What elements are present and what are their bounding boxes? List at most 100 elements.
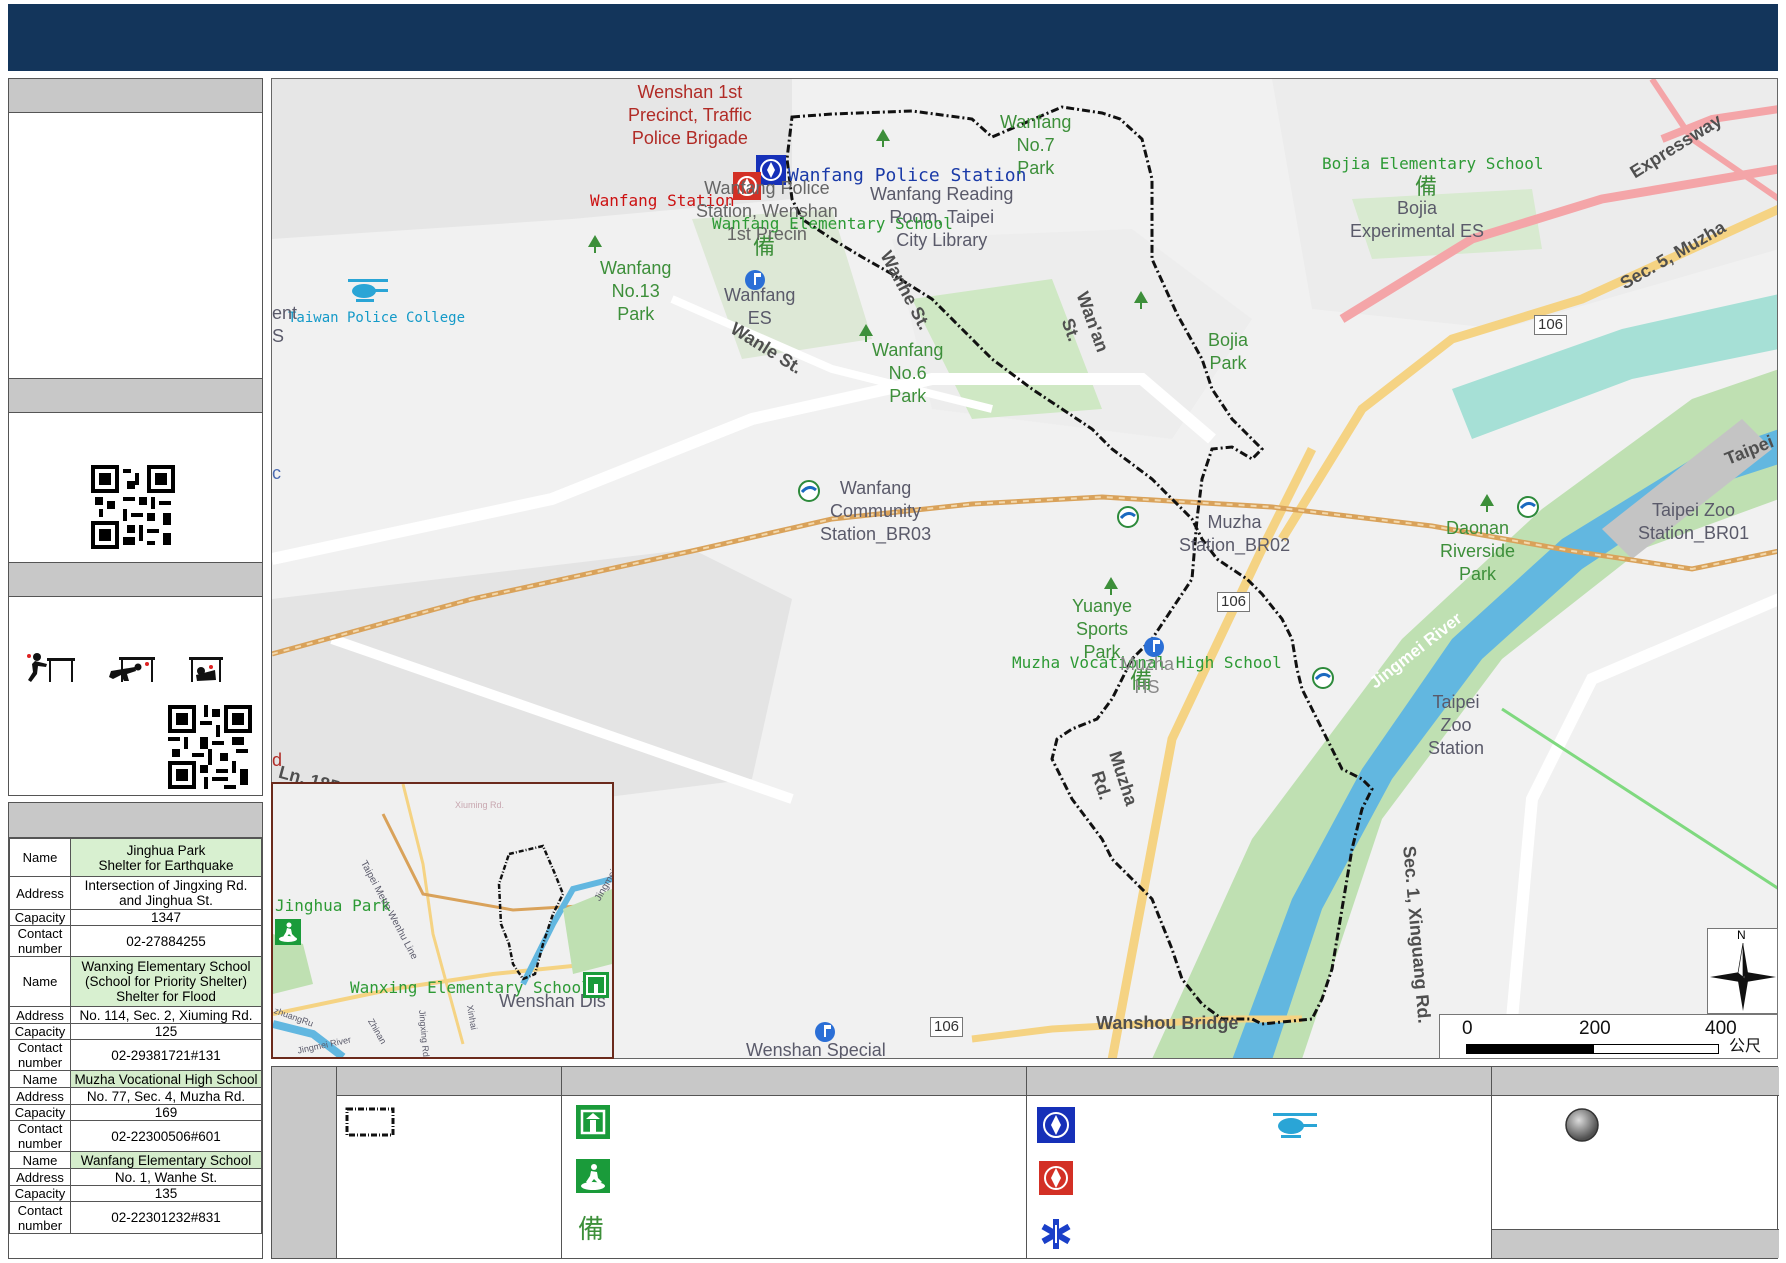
police-station-icon <box>1037 1107 1075 1143</box>
label-wenshan-precinct: Wenshan 1st Precinct, Traffic Police Bri… <box>628 82 752 148</box>
title-bar <box>8 4 1778 71</box>
legend-column-shelters: 備 <box>561 1067 1026 1258</box>
table-row: Capacity 1347 <box>9 909 262 926</box>
shelter-1-name-key: Name <box>9 838 71 877</box>
shelter-4-capacity-key: Capacity <box>9 1185 71 1202</box>
helicopter-icon <box>1271 1111 1319 1141</box>
shelter-4-name-key: Name <box>9 1151 71 1169</box>
route-shield-106: 106 <box>1534 315 1568 335</box>
shelter-4-capacity: 135 <box>70 1185 262 1202</box>
standby-shelter-icon: 備 <box>1415 174 1438 199</box>
shelter-4-address: No. 1, Wanhe St. <box>70 1168 262 1186</box>
park-tree-icon <box>859 324 873 347</box>
label-daonan-park: Daonan Riverside Park <box>1440 518 1516 584</box>
legend-column-header <box>337 1067 561 1096</box>
qr-panel-header <box>9 379 262 413</box>
table-row: Name Jinghua Park Shelter for Earthquake <box>9 838 262 877</box>
legend-column-header <box>1492 1067 1779 1096</box>
label-wanfang-no13-park: Wanfang No.13 Park <box>600 258 672 324</box>
table-row: Contact number 02-27884255 <box>9 925 262 957</box>
table-row: Contact number 02-22300506#601 <box>9 1120 262 1152</box>
table-row: Name Wanxing Elementary School (School f… <box>9 956 262 1007</box>
shelter-3-contact: 02-22300506#601 <box>70 1120 262 1152</box>
shelter-4-address-key: Address <box>9 1168 71 1186</box>
table-row: Contact number 02-29381721#131 <box>9 1039 262 1071</box>
legend-panel: 備 <box>271 1066 1779 1259</box>
shelter-3-name-key: Name <box>9 1070 71 1088</box>
label-c-clip: c <box>272 463 281 483</box>
shelter-park-icon[interactable] <box>275 919 301 945</box>
shelter-2-address: No. 114, Sec. 2, Xiuming Rd. <box>70 1006 262 1024</box>
label-taipei-zoo-station: Taipei Zoo Station <box>1428 692 1485 758</box>
shelter-4-contact: 02-22301232#831 <box>70 1201 262 1234</box>
label-bojia-school: Bojia Elementary School <box>1322 154 1544 173</box>
legend-column-facilities <box>1026 1067 1491 1258</box>
shelter-1-address: Intersection of Jingxing Rd. and Jinghua… <box>70 876 262 910</box>
drill-qr-code-icon[interactable] <box>168 705 252 789</box>
qr-panel <box>8 378 263 563</box>
scale-segment-black <box>1466 1044 1593 1054</box>
inset-label-xinhai: Xinhai <box>464 1004 480 1031</box>
legend-footer <box>1492 1229 1779 1258</box>
legend-column-header <box>1027 1067 1491 1096</box>
shelter-building-icon[interactable] <box>583 972 609 998</box>
route-shield-106: 106 <box>930 1017 964 1037</box>
label-police-college: Taiwan Police College <box>288 310 466 326</box>
scale-bar: 0 200 400 公尺 <box>1439 1014 1778 1059</box>
legend-column-header <box>562 1067 1026 1096</box>
table-row: Capacity 125 <box>9 1023 262 1040</box>
shelter-1-contact-key: Contact number <box>9 925 71 957</box>
legend-side-header <box>272 1067 336 1258</box>
info-panel-header <box>9 79 262 113</box>
shelter-4-contact-key: Contact number <box>9 1201 71 1234</box>
shelter-panel-header <box>9 803 262 838</box>
shelter-2-capacity: 125 <box>70 1023 262 1040</box>
label-bojia-park: Bojia Park <box>1208 330 1249 373</box>
shelter-2-address-key: Address <box>9 1006 71 1024</box>
metro-station-icon[interactable] <box>1117 506 1139 528</box>
legend-column-transit <box>1491 1067 1779 1258</box>
table-row: Address No. 114, Sec. 2, Xiuming Rd. <box>9 1006 262 1024</box>
shelter-1-contact: 02-27884255 <box>70 925 262 957</box>
label-bojia-es: Bojia Experimental ES <box>1350 198 1485 241</box>
shelter-park-icon <box>576 1159 610 1193</box>
shelter-panel: Name Jinghua Park Shelter for Earthquake… <box>8 802 263 1259</box>
shelter-2-contact: 02-29381721#131 <box>70 1039 262 1071</box>
north-arrow: N <box>1707 928 1778 1014</box>
label-wanfang-no7-park: Wanfang No.7 Park <box>1000 112 1072 178</box>
label-police-college-clip: ent S <box>272 303 298 346</box>
qr-code-icon[interactable] <box>91 465 175 549</box>
compass-icon <box>1710 942 1776 1011</box>
inset-map[interactable]: Jinghua Park Wanxing Elementary School W… <box>271 782 614 1059</box>
label-wanshou-bridge: Wanshou Bridge <box>1096 1013 1239 1033</box>
shelter-1-capacity: 1347 <box>70 909 262 926</box>
shelter-3-address-key: Address <box>9 1087 71 1105</box>
table-row: Address No. 1, Wanhe St. <box>9 1168 262 1186</box>
shelter-building-icon <box>576 1105 610 1139</box>
drill-panel <box>8 562 263 796</box>
shelter-1-capacity-key: Capacity <box>9 909 71 926</box>
scale-tick-200: 200 <box>1579 1018 1611 1039</box>
info-panel <box>8 78 263 379</box>
district-boundary-icon <box>345 1107 395 1137</box>
park-tree-icon <box>1134 291 1148 314</box>
shelter-3-contact-key: Contact number <box>9 1120 71 1152</box>
shelter-4-name: Wanfang Elementary School <box>70 1151 262 1169</box>
label-wanfang-es-school: Wanfang Elementary School <box>712 214 953 233</box>
park-tree-icon <box>1480 494 1494 517</box>
cover-under-table-icon <box>105 653 157 683</box>
metro-station-icon[interactable] <box>1517 496 1539 518</box>
shelter-1-address-key: Address <box>9 876 71 910</box>
table-row: Contact number 02-22301232#831 <box>9 1201 262 1234</box>
table-row: Capacity 169 <box>9 1104 262 1121</box>
inset-label-jingxing: Jingxing Rd. <box>417 1009 432 1059</box>
inset-label-xiuming: Xiuming Rd. <box>455 800 505 810</box>
helicopter-icon[interactable] <box>346 277 390 305</box>
shelter-table: Name Jinghua Park Shelter for Earthquake… <box>9 838 262 1234</box>
shelter-3-name: Muzha Vocational High School <box>70 1070 262 1088</box>
metro-station-icon[interactable] <box>798 480 820 502</box>
metro-station-icon[interactable] <box>1312 667 1334 689</box>
label-muzha-station: Muzha Station_BR02 <box>1179 512 1291 555</box>
scale-segment-white <box>1593 1044 1719 1054</box>
shelter-1-name: Jinghua Park Shelter for Earthquake <box>70 838 262 877</box>
